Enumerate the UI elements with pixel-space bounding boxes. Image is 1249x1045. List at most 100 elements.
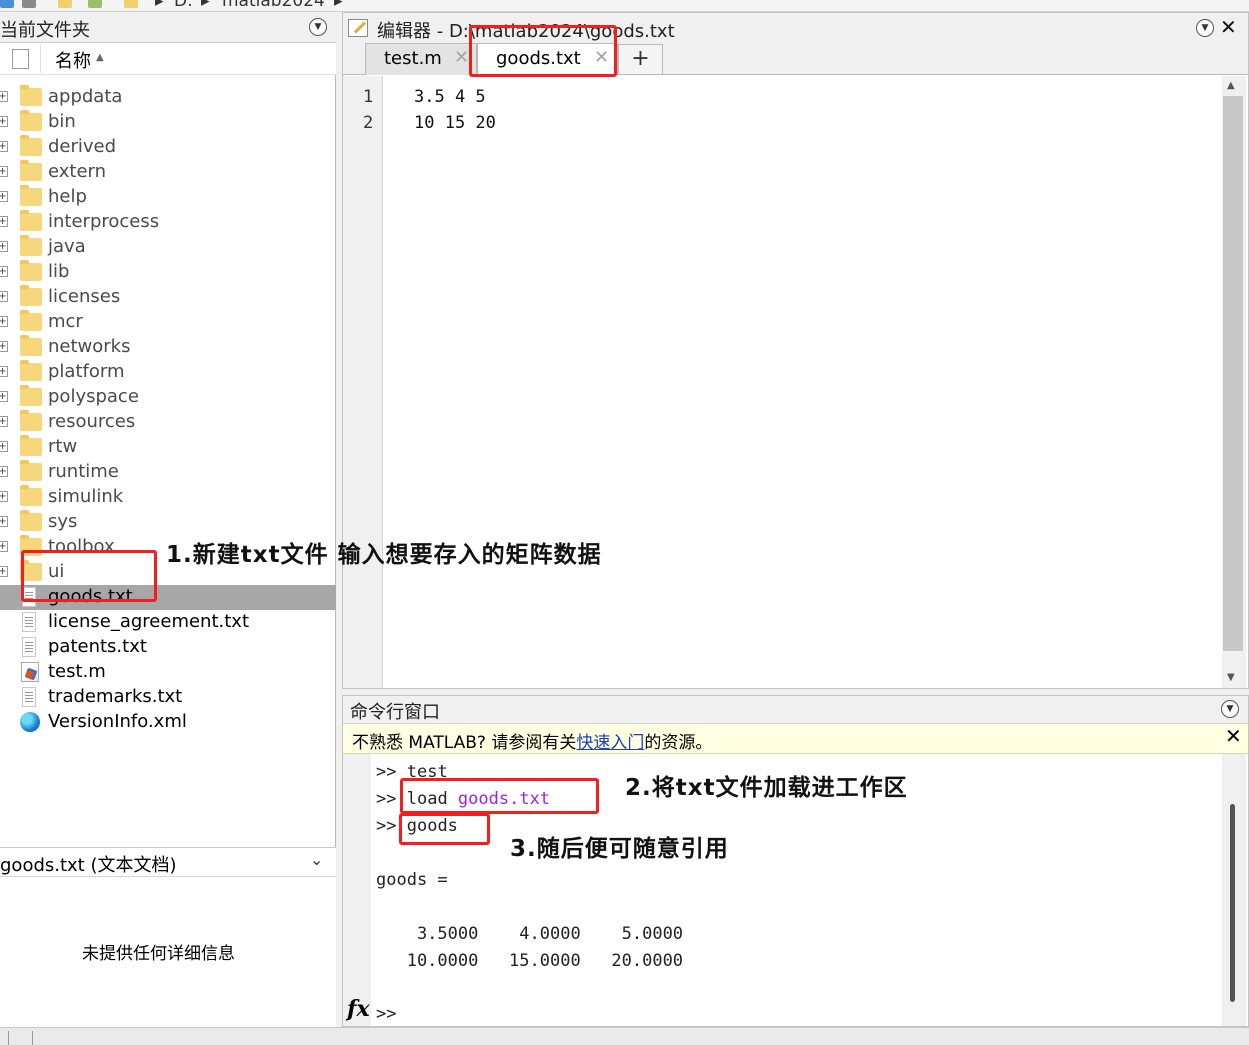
scroll-up-icon[interactable]: ▲ xyxy=(1227,80,1235,91)
scrollbar-thumb[interactable] xyxy=(1223,96,1243,651)
close-notice-icon[interactable]: ✕ xyxy=(1225,724,1242,748)
tab-test-m[interactable]: test.m ✕ xyxy=(365,43,477,75)
expand-icon[interactable]: + xyxy=(0,366,8,377)
panel-actions-icon[interactable]: ▼ xyxy=(309,18,327,36)
expand-icon[interactable]: + xyxy=(0,291,8,302)
expand-icon[interactable]: + xyxy=(0,416,8,427)
chevron-down-icon[interactable]: ⌄ xyxy=(310,850,323,869)
folder-icon xyxy=(20,210,42,231)
folder-item-runtime[interactable]: + runtime xyxy=(0,460,336,485)
file-name: license_agreement.txt xyxy=(48,611,250,632)
scroll-down-icon[interactable]: ▼ xyxy=(1227,672,1235,683)
expand-icon[interactable]: + xyxy=(0,116,8,127)
folder-item-java[interactable]: + java xyxy=(0,235,336,260)
command-actions-icon[interactable]: ▼ xyxy=(1221,700,1239,718)
browse-folder-icon[interactable] xyxy=(88,0,102,8)
getting-started-notice: 不熟悉 MATLAB? 请参阅有关快速入门的资源。 ✕ xyxy=(343,724,1248,754)
folder-name: derived xyxy=(48,136,117,157)
file-item[interactable]: patents.txt xyxy=(0,635,336,660)
folder-item-resources[interactable]: + resources xyxy=(0,410,336,435)
expand-icon[interactable]: + xyxy=(0,491,8,502)
file-item[interactable]: VersionInfo.xml xyxy=(0,710,336,735)
folder-item-derived[interactable]: + derived xyxy=(0,135,336,160)
name-column-header[interactable]: 名称 xyxy=(55,47,91,73)
file-item[interactable]: trademarks.txt xyxy=(0,685,336,710)
folder-item-sys[interactable]: + sys xyxy=(0,510,336,535)
folder-name: bin xyxy=(48,111,76,132)
breadcrumb-folder[interactable]: matlab2024 xyxy=(222,0,325,11)
file-name: patents.txt xyxy=(48,636,147,657)
code-line[interactable]: 3.5 4 5 xyxy=(414,87,486,107)
expand-icon[interactable]: + xyxy=(0,441,8,452)
folder-item-simulink[interactable]: + simulink xyxy=(0,485,336,510)
command-scrollbar[interactable] xyxy=(1222,754,1246,1026)
expand-icon[interactable]: + xyxy=(0,541,8,552)
folder-item-platform[interactable]: + platform xyxy=(0,360,336,385)
expand-icon[interactable]: + xyxy=(0,516,8,527)
folder-item-help[interactable]: + help xyxy=(0,185,336,210)
panel-title: 当前文件夹 xyxy=(0,20,90,41)
command-input[interactable]: >> xyxy=(376,1004,396,1024)
line-number-gutter: 1 2 xyxy=(343,76,383,688)
annotation-box-file xyxy=(21,550,157,602)
function-browser-icon[interactable]: fx xyxy=(347,996,370,1022)
folder-name: mcr xyxy=(48,311,83,332)
annotation-box-load xyxy=(400,778,599,814)
code-line[interactable]: 10 15 20 xyxy=(414,113,496,133)
close-tab-icon[interactable]: ✕ xyxy=(454,47,469,68)
annotation-step-3: 3.随后便可随意引用 xyxy=(510,836,729,862)
editor-actions-icon[interactable]: ▼ xyxy=(1196,19,1214,37)
file-item[interactable]: license_agreement.txt xyxy=(0,610,336,635)
folder-item-mcr[interactable]: + mcr xyxy=(0,310,336,335)
expand-icon[interactable]: + xyxy=(0,91,8,102)
folder-item-bin[interactable]: + bin xyxy=(0,110,336,135)
folder-icon xyxy=(20,185,42,206)
scrollbar-thumb[interactable] xyxy=(1230,804,1235,1002)
m-file-icon xyxy=(21,662,39,682)
folder-item-lib[interactable]: + lib xyxy=(0,260,336,285)
expand-icon[interactable]: + xyxy=(0,466,8,477)
folder-item-interprocess[interactable]: + interprocess xyxy=(0,210,336,235)
expand-icon[interactable]: + xyxy=(0,266,8,277)
folder-name: polyspace xyxy=(48,386,139,407)
expand-icon[interactable]: + xyxy=(0,241,8,252)
expand-icon[interactable]: + xyxy=(0,166,8,177)
command-gutter xyxy=(343,754,371,1026)
folder-item-polyspace[interactable]: + polyspace xyxy=(0,385,336,410)
back-icon[interactable] xyxy=(0,0,14,8)
folder-item-licenses[interactable]: + licenses xyxy=(0,285,336,310)
forward-icon[interactable] xyxy=(22,0,36,8)
xml-file-icon xyxy=(20,712,40,732)
output-row-2: 10.0000 15.0000 20.0000 xyxy=(376,951,684,971)
output-row-1: 3.5000 4.0000 5.0000 xyxy=(376,924,684,944)
details-text: 未提供任何详细信息 xyxy=(82,944,235,964)
quick-start-link[interactable]: 快速入门 xyxy=(576,733,644,753)
add-tab-button[interactable]: + xyxy=(618,44,663,74)
up-folder-icon[interactable] xyxy=(58,0,72,8)
folder-item-rtw[interactable]: + rtw xyxy=(0,435,336,460)
expand-icon[interactable]: + xyxy=(0,566,8,577)
file-item[interactable]: test.m xyxy=(0,660,336,685)
editor-panel: 编辑器 - D:\matlab2024\goods.txt ▼ ✕ test.m… xyxy=(342,12,1249,689)
file-name: trademarks.txt xyxy=(48,686,183,707)
annotation-box-tab xyxy=(469,25,617,77)
expand-icon[interactable]: + xyxy=(0,191,8,202)
folder-item-appdata[interactable]: + appdata xyxy=(0,85,336,110)
folder-icon xyxy=(20,85,42,106)
details-header[interactable]: goods.txt (文本文档) ⌄ xyxy=(0,847,336,877)
folder-icon xyxy=(20,335,42,356)
expand-icon[interactable]: + xyxy=(0,391,8,402)
folder-icon xyxy=(20,310,42,331)
sort-ascending-icon: ▲ xyxy=(96,52,104,63)
close-editor-icon[interactable]: ✕ xyxy=(1220,15,1237,39)
expand-icon[interactable]: + xyxy=(0,141,8,152)
expand-icon[interactable]: + xyxy=(0,316,8,327)
folder-icon xyxy=(20,160,42,181)
folder-item-networks[interactable]: + networks xyxy=(0,335,336,360)
folder-item-extern[interactable]: + extern xyxy=(0,160,336,185)
folder-name: runtime xyxy=(48,461,119,482)
editor-scrollbar[interactable]: ▲ ▼ xyxy=(1222,76,1246,688)
expand-icon[interactable]: + xyxy=(0,216,8,227)
breadcrumb-drive[interactable]: D: xyxy=(174,0,193,11)
expand-icon[interactable]: + xyxy=(0,341,8,352)
